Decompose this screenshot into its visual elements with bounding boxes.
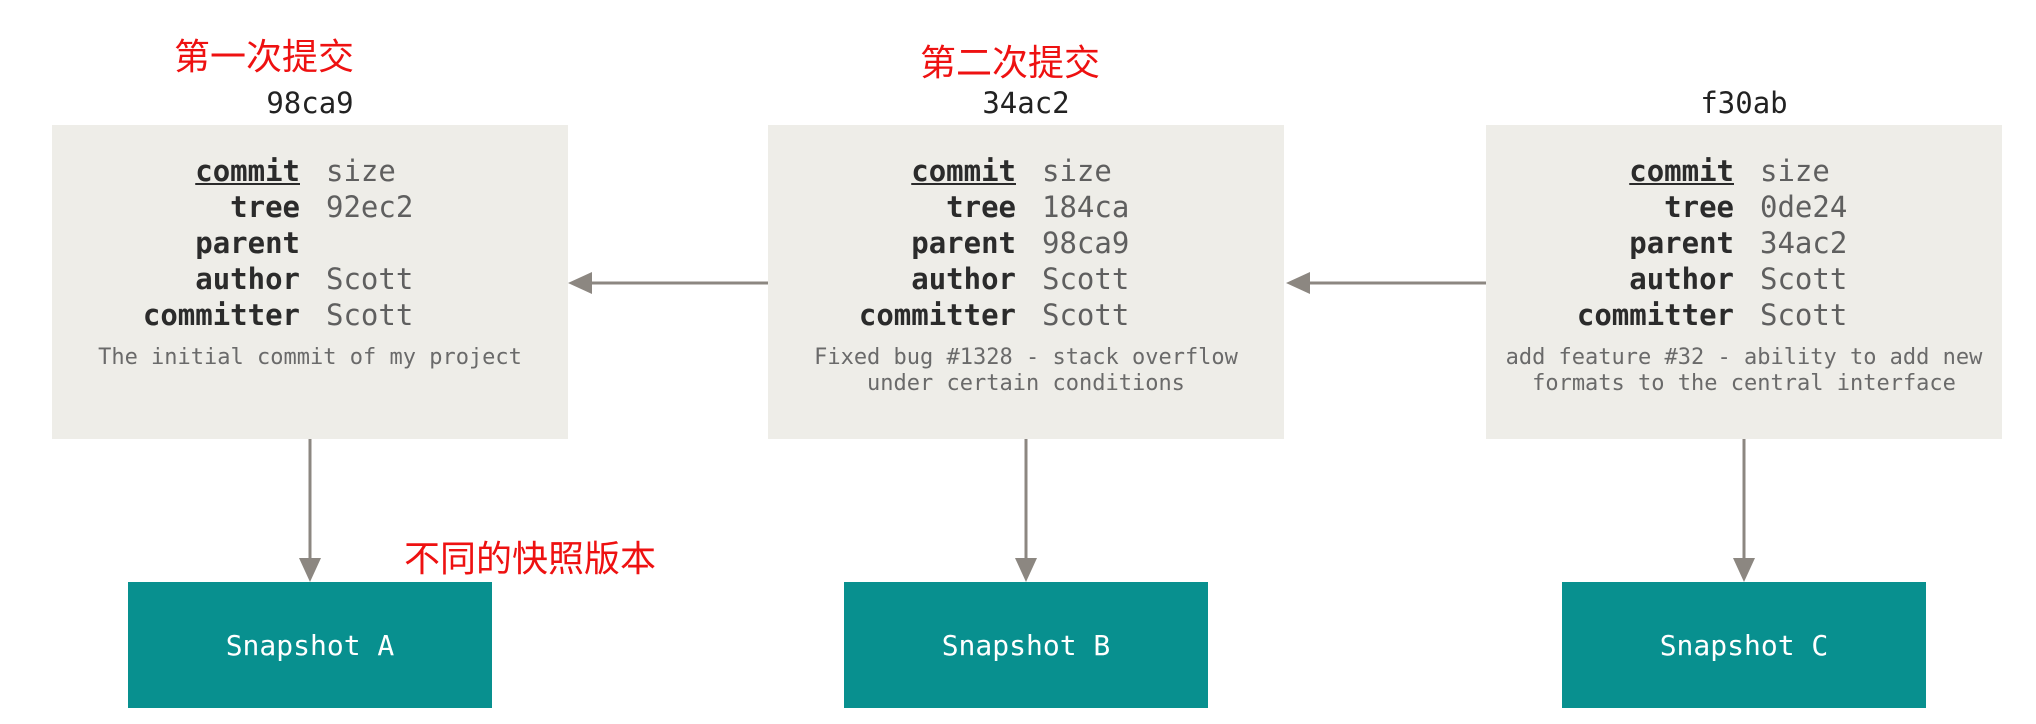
arrowhead-icon xyxy=(1015,558,1037,582)
arrowhead-icon xyxy=(1286,272,1310,294)
arrowhead-icon xyxy=(1733,558,1755,582)
connector-arrows xyxy=(299,272,1755,582)
arrowhead-icon xyxy=(299,558,321,582)
arrowhead-icon xyxy=(568,272,592,294)
